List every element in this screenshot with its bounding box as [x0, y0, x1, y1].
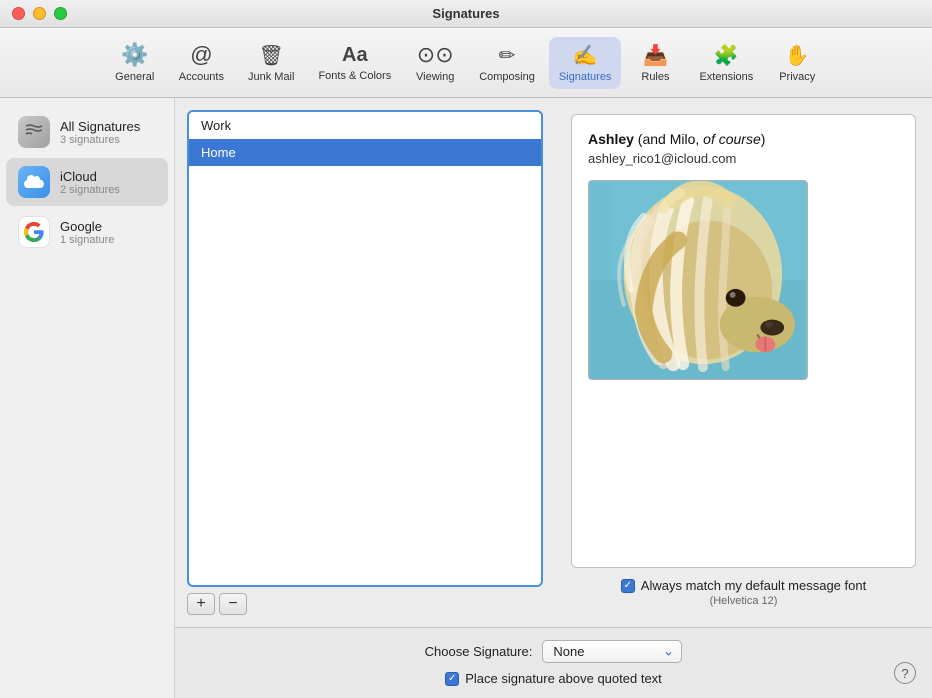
list-controls: + − [187, 593, 543, 615]
add-signature-button[interactable]: + [187, 593, 215, 615]
preview-name-italic: of course [703, 131, 761, 147]
panel-area: Work Home + − Ashley (and Milo, of cours… [175, 98, 932, 698]
preview-email: ashley_rico1@icloud.com [588, 151, 899, 166]
all-signatures-name: All Signatures [60, 119, 140, 134]
bottom-bar: Choose Signature: None Work Home ✓ Place… [175, 627, 932, 698]
toolbar-label-fonts-colors: Fonts & Colors [318, 70, 391, 82]
accounts-icon: @ [190, 42, 212, 68]
preview-name-bold: Ashley [588, 131, 634, 147]
toolbar-item-fonts-colors[interactable]: Aa Fonts & Colors [308, 38, 401, 88]
toolbar-label-accounts: Accounts [179, 71, 224, 83]
toolbar-label-signatures: Signatures [559, 71, 612, 83]
window-controls [12, 7, 67, 20]
toolbar-item-general[interactable]: ⚙️ General [105, 36, 165, 89]
font-match-sub: (Helvetica 12) [710, 595, 778, 607]
all-signatures-text: All Signatures 3 signatures [60, 119, 140, 146]
composing-icon: ✏ [499, 43, 516, 68]
junk-mail-icon: 🗑 [259, 43, 284, 68]
font-match-label: Always match my default message font [641, 578, 866, 593]
place-signature-checkbox[interactable]: ✓ [445, 672, 459, 686]
font-match-row: ✓ Always match my default message font [621, 578, 866, 593]
sidebar-item-all-signatures[interactable]: All Signatures 3 signatures [6, 108, 168, 156]
toolbar: ⚙️ General @ Accounts 🗑 Junk Mail Aa Fon… [0, 28, 932, 98]
preview-name-end: ) [761, 131, 766, 147]
toolbar-label-privacy: Privacy [779, 71, 815, 83]
toolbar-item-privacy[interactable]: ✋ Privacy [767, 37, 827, 89]
toolbar-label-composing: Composing [479, 71, 535, 83]
signatures-middle: Work Home + − Ashley (and Milo, of cours… [175, 98, 932, 627]
signatures-icon: ✍ [573, 43, 598, 68]
preview-panel: Ashley (and Milo, of course) ashley_rico… [555, 98, 932, 627]
signature-item-work[interactable]: Work [189, 112, 541, 139]
minimize-button[interactable] [33, 7, 46, 20]
google-name: Google [60, 219, 114, 234]
help-button[interactable]: ? [894, 662, 916, 684]
toolbar-item-extensions[interactable]: 🧩 Extensions [689, 37, 763, 89]
dog-image [588, 180, 808, 380]
toolbar-item-rules[interactable]: 📥 Rules [625, 37, 685, 89]
privacy-icon: ✋ [785, 43, 810, 68]
choose-signature-select-wrapper: None Work Home [542, 640, 682, 663]
signatures-list-container: Work Home + − [175, 98, 555, 627]
toolbar-label-extensions: Extensions [699, 71, 753, 83]
preview-content: Ashley (and Milo, of course) ashley_rico… [571, 114, 916, 568]
signatures-list: Work Home [187, 110, 543, 587]
preview-name-rest: (and Milo, [634, 131, 703, 147]
place-signature-row: ✓ Place signature above quoted text [445, 671, 662, 686]
all-signatures-count: 3 signatures [60, 134, 140, 146]
viewing-icon: ⊙⊙ [417, 42, 454, 68]
general-icon: ⚙️ [121, 42, 148, 68]
extensions-icon: 🧩 [714, 43, 739, 68]
close-button[interactable] [12, 7, 25, 20]
font-match-checkbox[interactable]: ✓ [621, 579, 635, 593]
main-content: All Signatures 3 signatures iCloud 2 sig… [0, 98, 932, 698]
icloud-count: 2 signatures [60, 184, 120, 196]
titlebar: Signatures [0, 0, 932, 28]
choose-signature-label: Choose Signature: [425, 644, 533, 659]
help-area: ? [894, 662, 916, 684]
toolbar-label-junk-mail: Junk Mail [248, 71, 294, 83]
icloud-icon [18, 166, 50, 198]
toolbar-label-general: General [115, 71, 154, 83]
google-count: 1 signature [60, 234, 114, 246]
toolbar-item-composing[interactable]: ✏ Composing [469, 37, 545, 89]
all-signatures-icon [18, 116, 50, 148]
toolbar-item-viewing[interactable]: ⊙⊙ Viewing [405, 36, 465, 89]
font-match-area: ✓ Always match my default message font (… [571, 578, 916, 611]
toolbar-label-rules: Rules [641, 71, 669, 83]
signature-item-home[interactable]: Home [189, 139, 541, 166]
icloud-name: iCloud [60, 169, 120, 184]
fonts-colors-icon: Aa [342, 44, 368, 67]
choose-signature-row: Choose Signature: None Work Home [425, 640, 683, 663]
google-text: Google 1 signature [60, 219, 114, 246]
place-signature-label: Place signature above quoted text [465, 671, 662, 686]
toolbar-item-accounts[interactable]: @ Accounts [169, 36, 234, 89]
bottom-bar-wrapper: Choose Signature: None Work Home ✓ Place… [175, 627, 932, 698]
remove-signature-button[interactable]: − [219, 593, 247, 615]
google-icon [18, 216, 50, 248]
toolbar-item-junk-mail[interactable]: 🗑 Junk Mail [238, 37, 304, 89]
choose-signature-select[interactable]: None Work Home [542, 640, 682, 663]
toolbar-item-signatures[interactable]: ✍ Signatures [549, 37, 622, 89]
toolbar-label-viewing: Viewing [416, 71, 454, 83]
window-title: Signatures [432, 6, 499, 21]
sidebar-item-google[interactable]: Google 1 signature [6, 208, 168, 256]
icloud-text: iCloud 2 signatures [60, 169, 120, 196]
sidebar-item-icloud[interactable]: iCloud 2 signatures [6, 158, 168, 206]
sidebar: All Signatures 3 signatures iCloud 2 sig… [0, 98, 175, 698]
rules-icon: 📥 [643, 43, 668, 68]
preview-name: Ashley (and Milo, of course) [588, 131, 899, 147]
maximize-button[interactable] [54, 7, 67, 20]
